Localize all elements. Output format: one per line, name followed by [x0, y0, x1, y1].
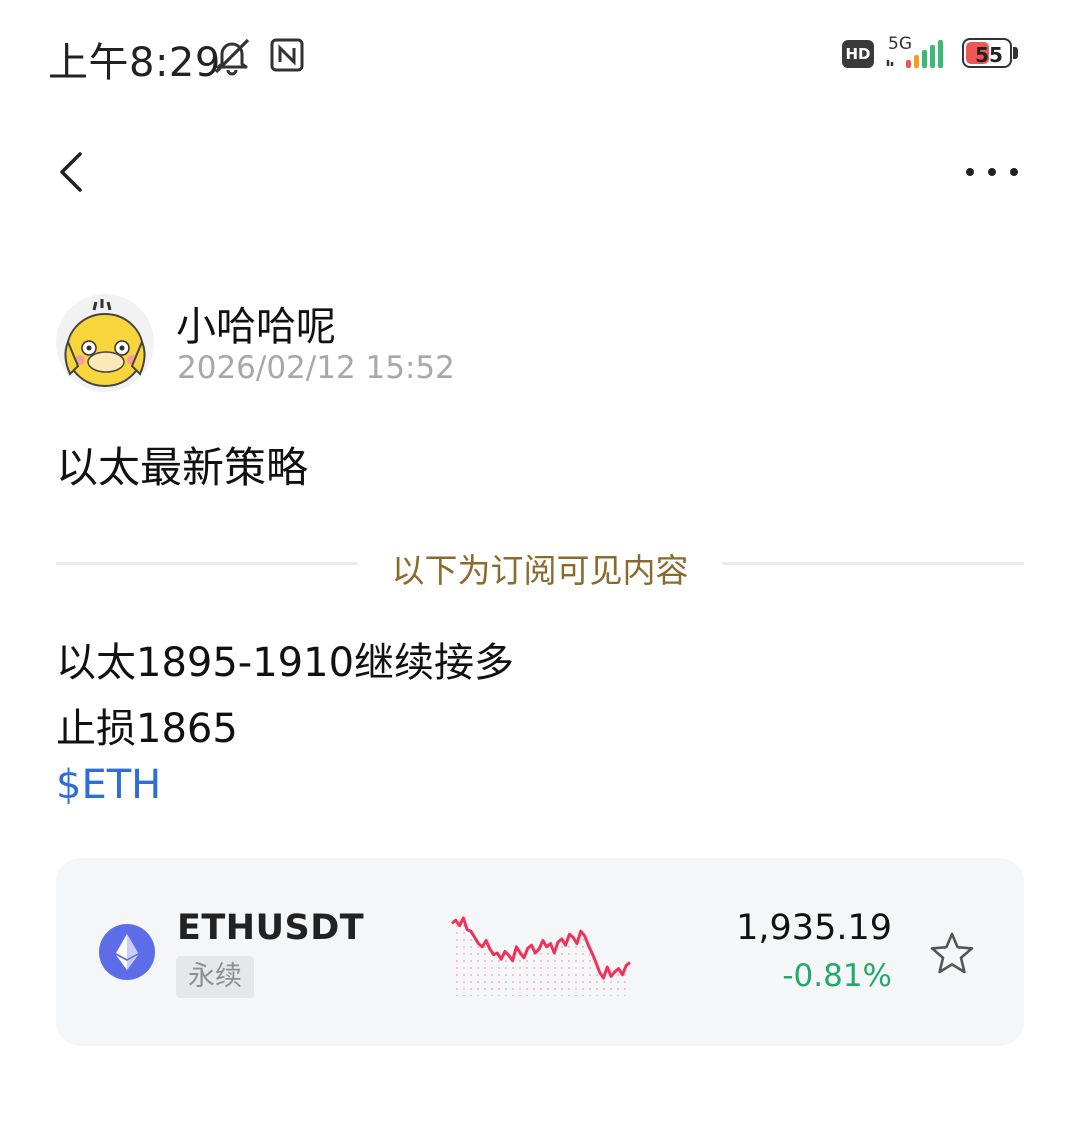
sparkline-area [452, 917, 630, 996]
cashtag-link[interactable]: $ETH [56, 762, 161, 808]
ticker-card[interactable]: ETHUSDT 永续 1,935.19 -0.81% [56, 858, 1024, 1046]
post-content-line: 以太1895-1910继续接多 [56, 640, 515, 686]
status-time: 上午8:29 [48, 40, 221, 86]
post-content-line: 止损1865 [56, 706, 238, 752]
post-title: 以太最新策略 [56, 443, 309, 492]
ticker-symbol: ETHUSDT [177, 908, 365, 948]
contract-type-badge: 永续 [176, 956, 254, 998]
post-timestamp: 2026/02/12 15:52 [177, 350, 455, 386]
star-outline-icon[interactable] [928, 930, 976, 978]
ethereum-icon [99, 924, 155, 980]
subscriber-only-divider: 以下为订阅可见内容 [391, 551, 689, 590]
more-options-button[interactable] [960, 160, 1024, 184]
bell-off-icon [214, 38, 250, 76]
divider-line-left [56, 562, 358, 565]
author-avatar[interactable] [56, 294, 154, 392]
ticker-change: -0.81% [782, 958, 892, 994]
nfc-icon [270, 38, 304, 72]
ticker-price: 1,935.19 [736, 908, 892, 948]
battery-level: 55 [975, 43, 1003, 67]
hd-badge: HD [842, 40, 874, 68]
divider-line-right [722, 562, 1024, 565]
price-sparkline [451, 916, 631, 996]
author-name[interactable]: 小哈哈呢 [176, 294, 336, 352]
signal-icon [886, 40, 943, 68]
back-button[interactable] [52, 148, 92, 196]
status-bar: 上午8:29 HD 5G 55 [0, 0, 1080, 108]
battery-icon: 55 [962, 38, 1020, 70]
duck-avatar-icon [56, 294, 154, 392]
